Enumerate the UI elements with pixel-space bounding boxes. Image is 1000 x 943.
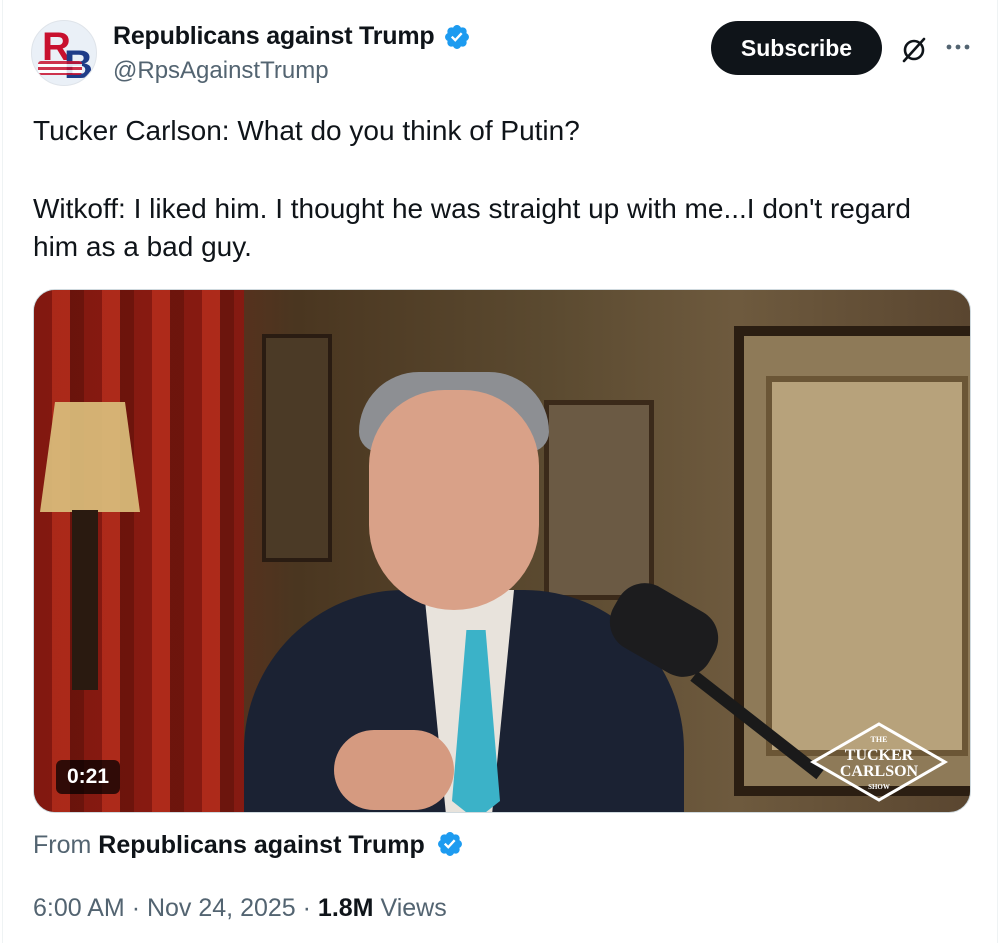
more-icon[interactable] bbox=[943, 32, 973, 62]
video-background-curtain bbox=[34, 290, 244, 812]
attribution-source[interactable]: Republicans against Trump bbox=[98, 831, 424, 859]
video-person-hand bbox=[334, 730, 454, 810]
tweet-text-line-2: Witkoff: I liked him. I thought he was s… bbox=[33, 193, 911, 262]
logo-top-text: THE bbox=[871, 735, 888, 744]
logo-bottom-text: SHOW bbox=[868, 783, 890, 791]
tweet-text: Tucker Carlson: What do you think of Put… bbox=[33, 112, 963, 266]
logo-line-2: CARLSON bbox=[840, 763, 919, 780]
tweet-card: R B Republicans against Trump @RpsAgains… bbox=[2, 0, 998, 943]
video-picture-frame bbox=[544, 400, 654, 600]
grok-icon[interactable] bbox=[899, 34, 929, 64]
video-player[interactable]: 0:21 THE TUCKER CARLSON SHOW bbox=[33, 289, 971, 813]
tucker-carlson-show-logo: THE TUCKER CARLSON SHOW bbox=[809, 722, 949, 802]
video-person-head bbox=[369, 390, 539, 610]
tweet-header: R B Republicans against Trump @RpsAgains… bbox=[31, 20, 977, 90]
views-label: Views bbox=[380, 894, 447, 922]
display-name[interactable]: Republicans against Trump bbox=[113, 22, 435, 51]
video-picture-frame bbox=[262, 334, 332, 562]
avatar[interactable]: R B bbox=[31, 20, 97, 86]
author-names: Republicans against Trump @RpsAgainstTru… bbox=[113, 22, 471, 85]
video-duration: 0:21 bbox=[56, 760, 121, 794]
verified-badge-icon bbox=[437, 832, 462, 856]
handle[interactable]: @RpsAgainstTrump bbox=[113, 57, 471, 85]
views-count: 1.8M bbox=[317, 894, 374, 922]
logo-line-1: TUCKER bbox=[845, 747, 914, 764]
meta-separator: · bbox=[131, 894, 141, 922]
tweet-meta: 6:00 AM · Nov 24, 2025 · 1.8M Views bbox=[33, 894, 447, 923]
tweet-time[interactable]: 6:00 AM bbox=[33, 894, 125, 922]
avatar-stripes bbox=[38, 61, 82, 75]
meta-separator: · bbox=[302, 894, 311, 922]
attribution-prefix: From bbox=[33, 831, 92, 859]
subscribe-button[interactable]: Subscribe bbox=[711, 21, 882, 75]
tweet-date[interactable]: Nov 24, 2025 bbox=[147, 894, 296, 922]
tweet-text-line-1: Tucker Carlson: What do you think of Put… bbox=[33, 115, 580, 146]
video-lamp-base bbox=[72, 510, 98, 690]
verified-badge-icon bbox=[444, 24, 469, 49]
video-lamp bbox=[40, 402, 140, 512]
video-attribution: From Republicans against Trump bbox=[33, 830, 464, 860]
